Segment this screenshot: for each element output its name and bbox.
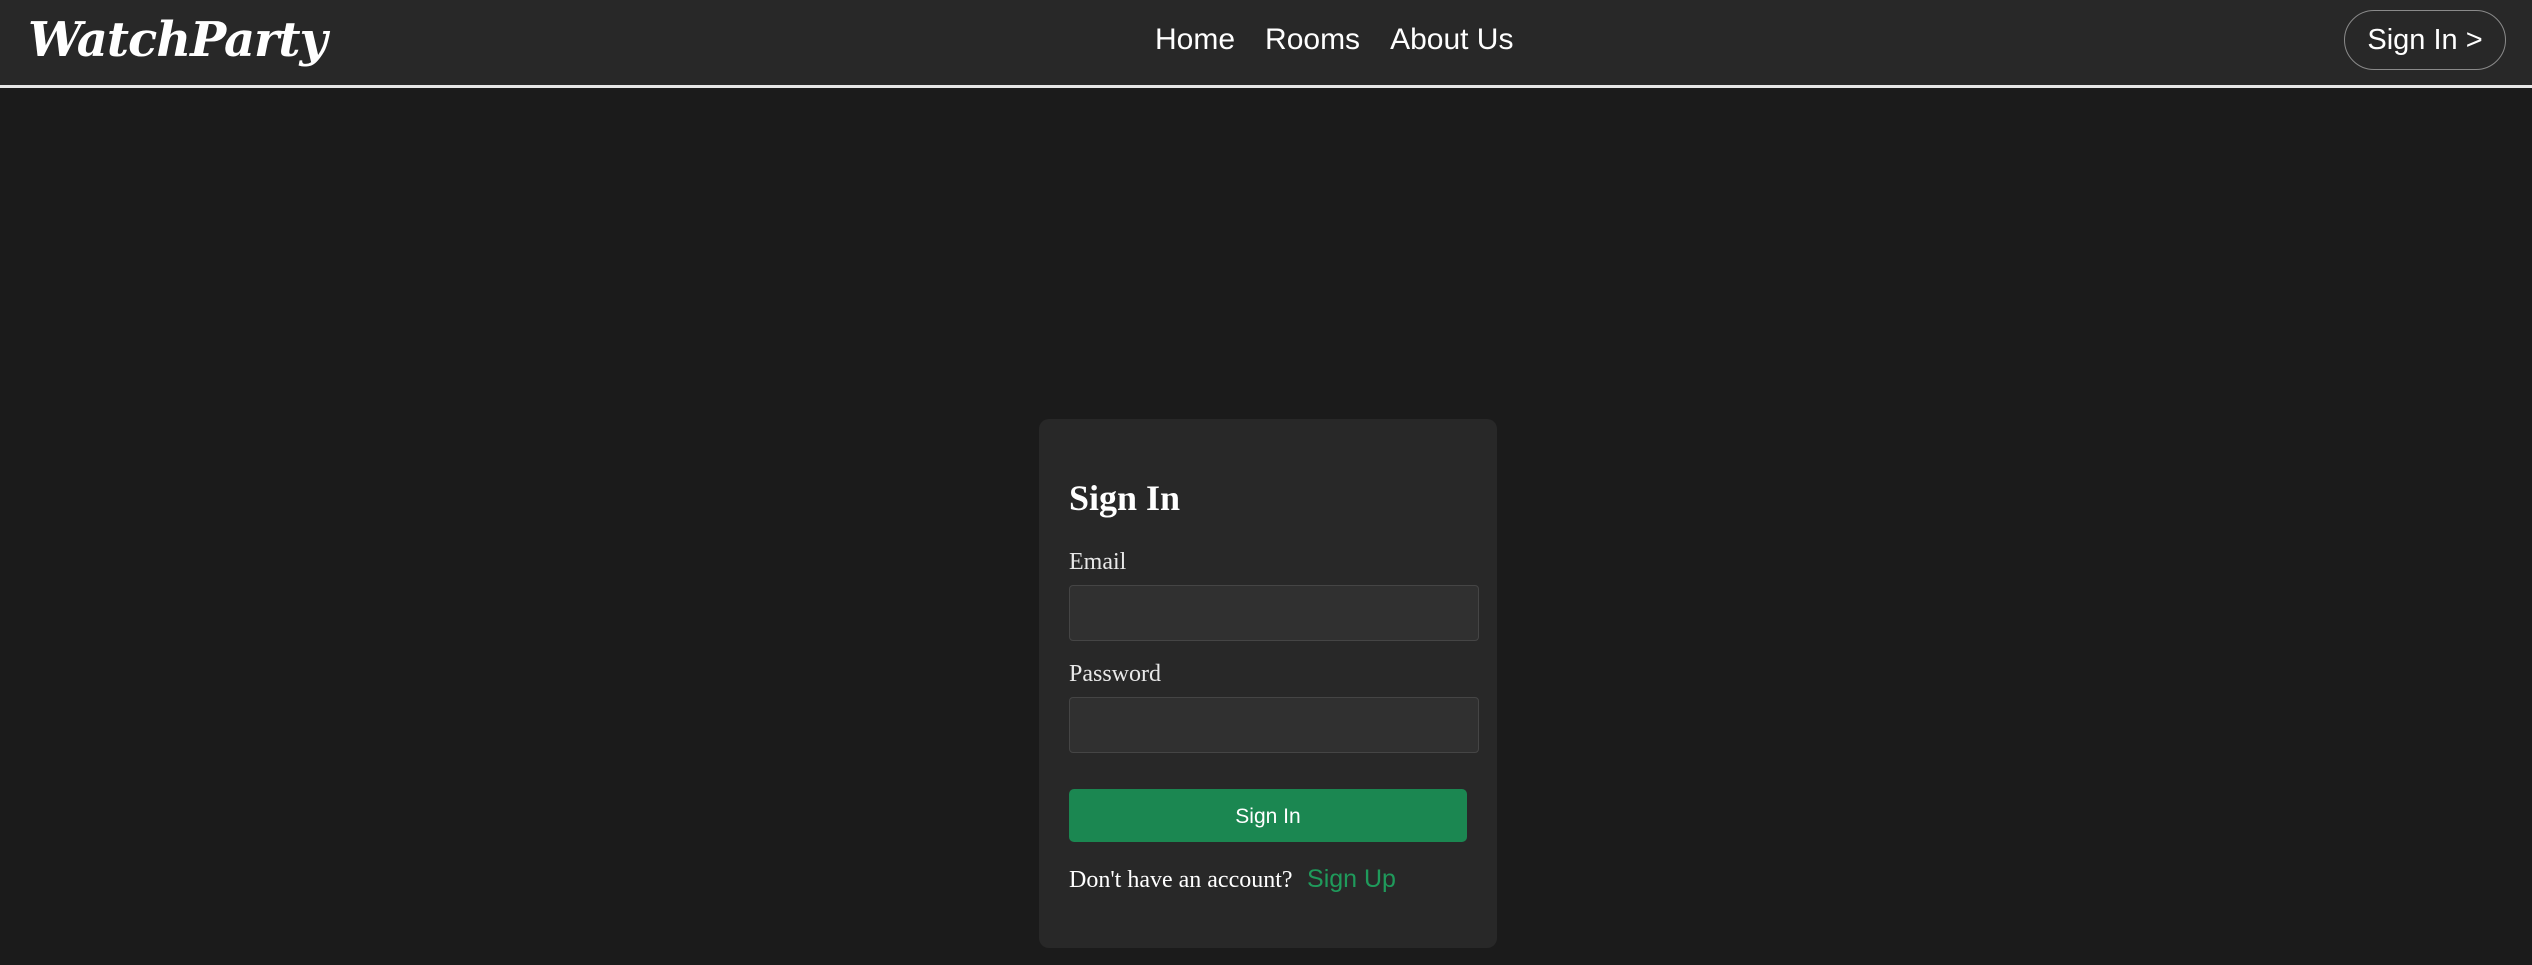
sign-in-heading: Sign In bbox=[1069, 478, 1181, 518]
account-prompt-text: Don't have an account? bbox=[1069, 867, 1293, 893]
password-label: Password bbox=[1069, 661, 1162, 687]
signup-prompt: Don't have an account? Sign Up bbox=[1069, 865, 1396, 894]
top-navbar: WatchParty Home Rooms About Us Sign In > bbox=[0, 0, 2532, 88]
header-sign-in-button[interactable]: Sign In > bbox=[2344, 10, 2506, 70]
sign-in-submit-button[interactable]: Sign In bbox=[1069, 789, 1467, 842]
email-label: Email bbox=[1069, 549, 1127, 575]
sign-in-card: Sign In Email Password Sign In Don't hav… bbox=[1039, 419, 1497, 948]
nav-link-rooms[interactable]: Rooms bbox=[1265, 18, 1360, 62]
email-field[interactable] bbox=[1069, 585, 1479, 641]
main-nav: Home Rooms About Us bbox=[1155, 18, 1513, 62]
nav-link-about-us[interactable]: About Us bbox=[1390, 18, 1513, 62]
nav-link-home[interactable]: Home bbox=[1155, 18, 1235, 62]
sign-up-link[interactable]: Sign Up bbox=[1307, 865, 1396, 893]
brand-logo[interactable]: WatchParty bbox=[28, 8, 327, 72]
password-field[interactable] bbox=[1069, 697, 1479, 753]
